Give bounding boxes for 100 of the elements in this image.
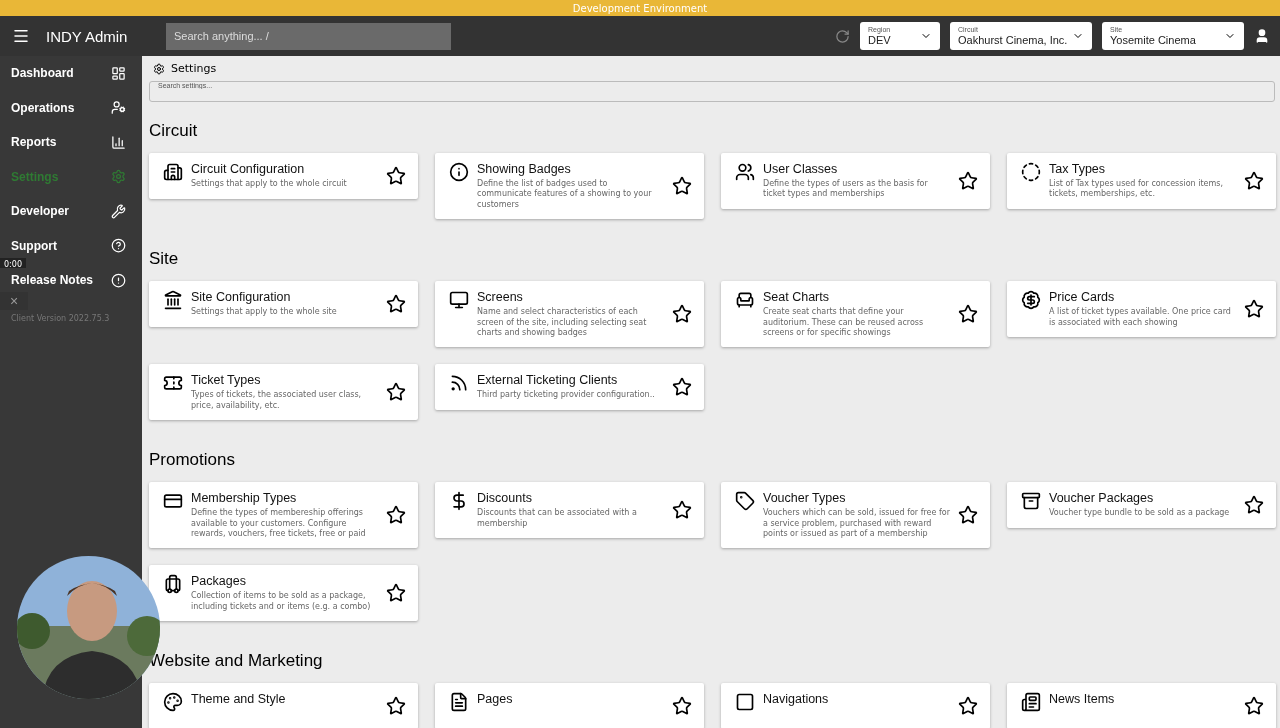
star-icon[interactable] — [386, 583, 406, 604]
monitor-icon — [449, 290, 469, 311]
building-icon — [163, 162, 183, 182]
card-title: Voucher Packages — [1049, 491, 1155, 506]
settings-card[interactable]: Discounts Discounts that can be associated with a membership — [435, 482, 704, 538]
app-title: INDY Admin — [46, 27, 129, 45]
sidebar-item[interactable]: Dashboard — [0, 61, 142, 86]
search-field[interactable]: Search anything... / — [166, 22, 451, 50]
card-description: Discounts that can be associated with a membership — [477, 508, 638, 529]
settings-card[interactable]: Price Cards A list of ticket types available. One price card is associated with each showing — [1007, 281, 1276, 337]
refresh-icon[interactable] — [835, 28, 850, 44]
star-icon[interactable] — [672, 304, 692, 325]
circle-icon — [1021, 162, 1041, 182]
menu-icon[interactable] — [12, 27, 30, 45]
wrench-icon — [111, 203, 126, 219]
card-description: Third party ticketing provider configuration.. — [477, 390, 656, 401]
card-description: List of Tax types used for concession items, tickets, memberships, etc. — [1049, 179, 1224, 200]
card-title: News Items — [1049, 692, 1116, 707]
card-title: Circuit Configuration — [191, 162, 306, 176]
tag-icon — [735, 491, 755, 512]
star-icon[interactable] — [958, 170, 978, 191]
settings-card[interactable]: Theme and Style — [149, 683, 418, 728]
settings-card[interactable]: Site Configuration Settings that apply to the whole site — [149, 281, 418, 328]
card-title: Pages — [477, 692, 514, 707]
sidebar-item[interactable]: Developer — [0, 199, 142, 224]
settings-card[interactable]: External Ticketing Clients Third party ticketing provider configuration.. — [435, 364, 704, 411]
card-title: Tax Types — [1049, 162, 1107, 176]
card-description: Settings that apply to the whole circuit — [191, 179, 348, 190]
card-description: Define the list of badges used to communicate features of a showing to your customers — [477, 179, 653, 211]
sidebar-item[interactable]: Release Notes — [0, 268, 142, 293]
star-icon[interactable] — [386, 696, 406, 717]
sidebar-item[interactable]: Operations — [0, 95, 142, 120]
card-title: Ticket Types — [191, 373, 262, 388]
card-title: Price Cards — [1049, 290, 1116, 305]
card-title: Site Configuration — [191, 290, 292, 305]
video-close-toast[interactable]: × — [0, 292, 28, 310]
square-icon — [735, 692, 755, 713]
settings-card[interactable]: User Classes Define the types of users as the basis for ticket types and memberships — [721, 153, 990, 209]
card-title: Navigations — [763, 692, 830, 707]
luggage-icon — [163, 574, 183, 595]
info-icon — [449, 162, 469, 182]
star-icon[interactable] — [386, 505, 406, 526]
archive-icon — [1021, 491, 1041, 512]
settings-card[interactable]: Showing Badges Define the list of badges used to communicate features of a showing to your customers — [435, 153, 704, 220]
alert-icon — [111, 272, 126, 288]
settings-card[interactable]: Pages — [435, 683, 704, 728]
star-icon[interactable] — [672, 377, 692, 398]
section-heading: Circuit — [149, 121, 199, 141]
card-title: User Classes — [763, 162, 839, 176]
section-heading: Site — [149, 249, 180, 270]
star-icon[interactable] — [386, 166, 406, 186]
card-title: External Ticketing Clients — [477, 373, 619, 388]
star-icon[interactable] — [958, 304, 978, 325]
dashboard-icon — [111, 65, 126, 81]
card-description: Collection of items to be sold as a package, including tickets and or items (e.g. a combo) — [191, 591, 372, 613]
star-icon[interactable] — [386, 382, 406, 403]
settings-card[interactable]: Voucher Types Vouchers which can be sold, issued for free for a service problem, purchased with reward points or issued as part of a membership — [721, 482, 990, 549]
card-title: Theme and Style — [191, 692, 287, 707]
card-title: Showing Badges — [477, 162, 572, 176]
settings-card[interactable]: Screens Name and select characteristics of each screen of the site, including selecting seat charts and showing badges — [435, 281, 704, 348]
settings-card[interactable]: Membership Types Define the types of membereship offerings available to your customers. Configure rewards, vouchers, free tickets, free or paid — [149, 482, 418, 549]
settings-card[interactable]: Ticket Types Types of tickets, the associated user class, price, availability, etc. — [149, 364, 418, 421]
star-icon[interactable] — [1244, 696, 1264, 717]
newspaper-icon — [1021, 692, 1041, 713]
sidebar-item[interactable]: Support — [0, 233, 142, 258]
star-icon[interactable] — [958, 505, 978, 526]
help-icon — [111, 238, 126, 254]
user-icon[interactable] — [1254, 28, 1270, 44]
star-icon[interactable] — [1244, 299, 1264, 320]
star-icon[interactable] — [386, 294, 406, 315]
card-title: Membership Types — [191, 491, 298, 506]
bar-chart-icon — [111, 134, 126, 150]
star-icon[interactable] — [1244, 170, 1264, 191]
card-description: A list of ticket types available. One price card is associated with each showing — [1049, 307, 1232, 328]
sidebar-item[interactable]: Reports — [0, 130, 142, 155]
star-icon[interactable] — [958, 696, 978, 717]
settings-card[interactable]: Seat Charts Create seat charts that define your auditorium. These can be reused across screens or for specific showings — [721, 281, 990, 348]
star-icon[interactable] — [672, 500, 692, 520]
dollar-icon — [1021, 290, 1041, 311]
settings-card[interactable]: Navigations — [721, 683, 990, 728]
card-description: Voucher type bundle to be sold as a package — [1049, 508, 1231, 519]
card-title: Discounts — [477, 491, 533, 506]
settings-card[interactable]: Packages Collection of items to be sold as a package, including tickets and or items (e.g. a combo) — [149, 565, 418, 622]
star-icon[interactable] — [672, 696, 692, 717]
settings-card[interactable]: Circuit Configuration Settings that apply to the whole circuit — [149, 153, 418, 199]
star-icon[interactable] — [1244, 495, 1264, 516]
card-description: Name and select characteristics of each screen of the site, including selecting seat charts and showing badges — [477, 307, 648, 339]
breadcrumb: Settings — [171, 62, 217, 75]
card-title: Packages — [191, 574, 247, 589]
card-description: Settings that apply to the whole site — [191, 307, 338, 318]
video-timer-toast: 0:00 — [0, 257, 26, 268]
star-icon[interactable] — [672, 176, 692, 197]
card-description: Vouchers which can be sold, issued for free for a service problem, purchased with reward points or issued as part of a membership — [763, 508, 950, 540]
card-title: Voucher Types — [763, 491, 847, 506]
card-description: Types of tickets, the associated user class, price, availability, etc. — [191, 390, 363, 412]
settings-card[interactable]: Voucher Packages Voucher type bundle to be sold as a package — [1007, 482, 1276, 529]
settings-card[interactable]: Tax Types List of Tax types used for concession items, tickets, memberships, etc. — [1007, 153, 1276, 209]
people-icon — [735, 162, 755, 182]
settings-card[interactable]: News Items — [1007, 683, 1276, 728]
card-description: Create seat charts that define your auditorium. These can be reused across screens or for specific showings — [763, 307, 925, 339]
